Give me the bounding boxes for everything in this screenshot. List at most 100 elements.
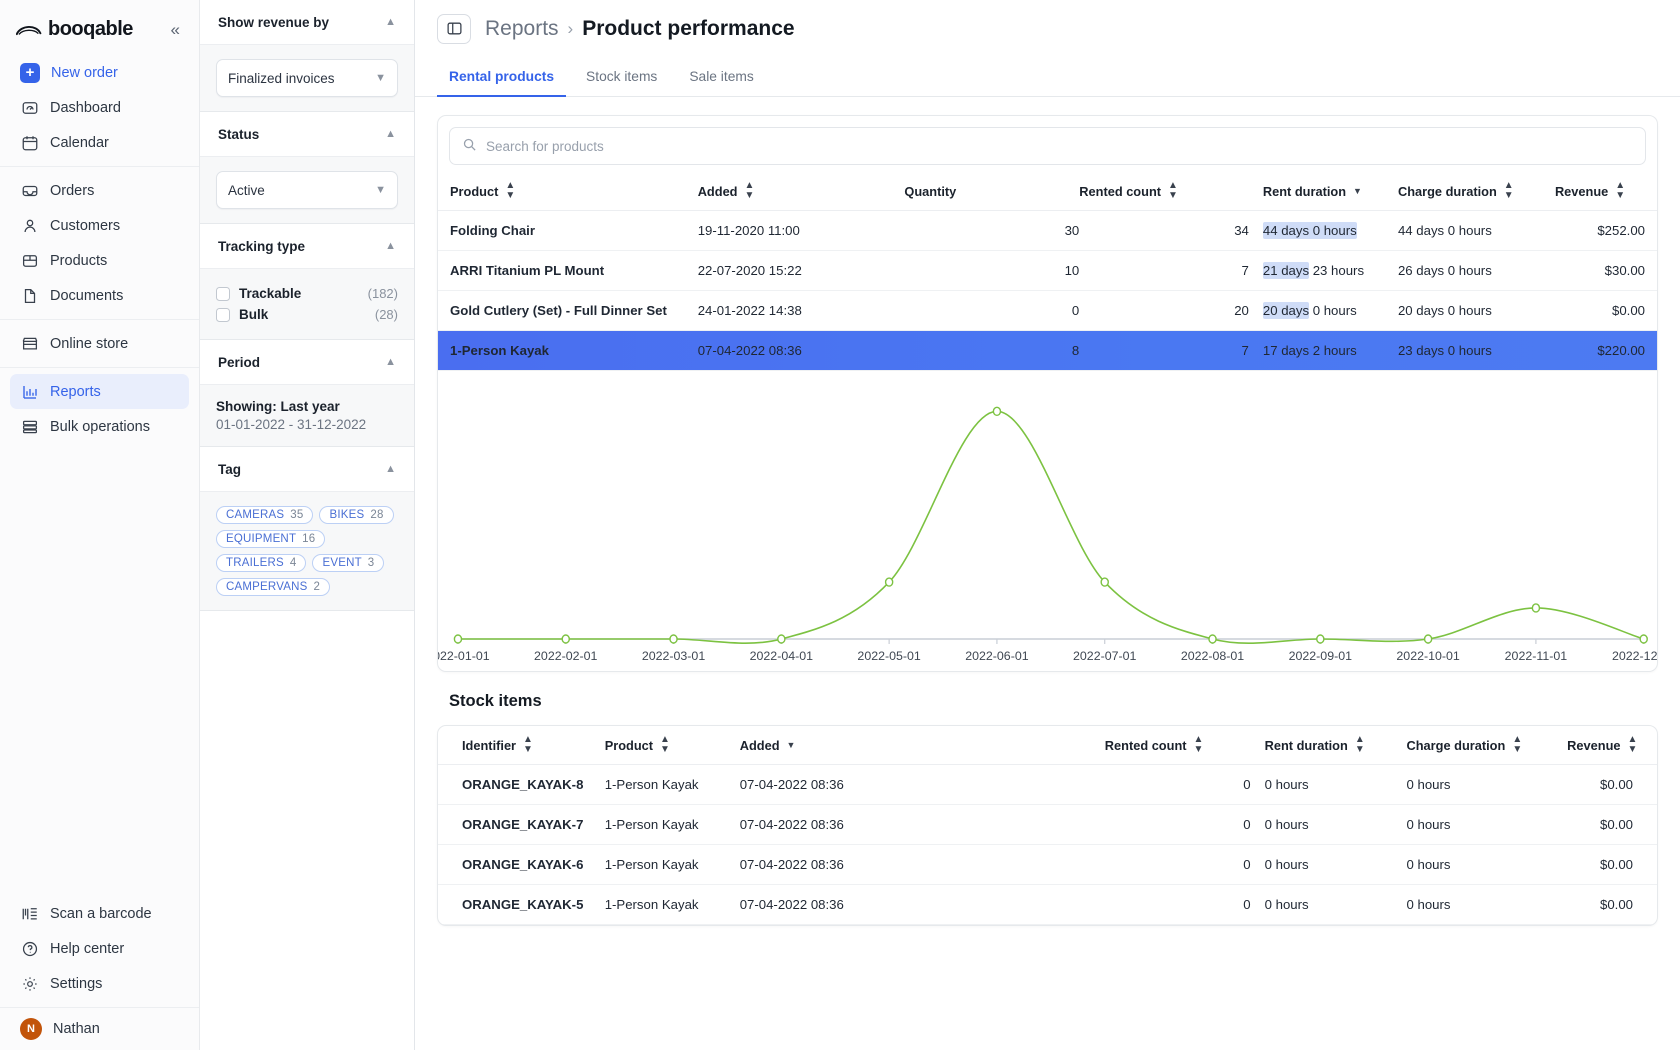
column-header-rent-duration[interactable]: Rent duration ▼ [1248,172,1392,211]
filter-section-tracking-body: Trackable (182) Bulk (28) [200,269,414,340]
chart-x-tick-label: 2022-10-01 [1396,649,1460,663]
filter-section-tracking-header[interactable]: Tracking type ▲ [200,224,414,269]
column-header-rented-count[interactable]: Rented count ▲ ▼ [1104,726,1251,765]
products-table-head: Product ▲ ▼ Added ▲ ▼ Quantity Rented co… [438,172,1657,211]
column-header-charge-duration[interactable]: Charge duration ▲ ▼ [1396,726,1564,765]
tag-chip[interactable]: EVENT 3 [312,554,385,572]
column-header-identifier[interactable]: Identifier ▲ ▼ [438,726,605,765]
column-header-added[interactable]: Added ▲ ▼ [697,172,905,211]
sidebar-item-online-store[interactable]: Online store [10,326,189,361]
chevron-up-icon[interactable]: ▲ [385,356,396,368]
column-header-revenue[interactable]: Revenue ▲ ▼ [1550,172,1657,211]
table-row[interactable]: ORANGE_KAYAK-8 1-Person Kayak 07-04-2022… [438,764,1657,805]
chevron-up-icon[interactable]: ▲ [385,128,396,140]
column-header-added[interactable]: Added ▼ [729,726,1105,765]
sidebar-item-customers[interactable]: Customers [10,208,189,243]
sidebar-item-settings[interactable]: Settings [10,966,189,1001]
cell-rented-count: 34 [1079,210,1249,251]
chart-data-point [993,407,1000,415]
chevron-up-icon[interactable]: ▲ [385,463,396,475]
tag-chip[interactable]: BIKES 28 [319,506,394,524]
cell-revenue: $0.00 [1563,804,1657,845]
column-label: Charge duration [1397,183,1497,199]
tag-count: 16 [302,533,316,545]
document-icon [20,286,39,305]
sidebar-item-scan-barcode[interactable]: Scan a barcode [10,896,189,931]
checkbox-icon[interactable] [216,307,230,322]
tab-rental-products[interactable]: Rental products [437,57,567,97]
sidebar-user-profile[interactable]: N Nathan [0,1007,199,1050]
tag-chip[interactable]: TRAILERS 4 [216,554,307,572]
table-row[interactable]: ARRI Titanium PL Mount 22-07-2020 15:22 … [438,250,1657,291]
sidebar-item-reports[interactable]: Reports [10,374,189,409]
tab-sale-items[interactable]: Sale items [677,57,765,97]
sidebar-item-label: Documents [50,287,124,304]
column-header-revenue[interactable]: Revenue ▲ ▼ [1563,726,1657,765]
column-header-rent-duration[interactable]: Rent duration ▲ ▼ [1250,726,1397,765]
tracking-option-trackable[interactable]: Trackable (182) [216,283,398,304]
sidebar-item-label: Bulk operations [50,418,150,435]
table-row[interactable]: ORANGE_KAYAK-6 1-Person Kayak 07-04-2022… [438,844,1657,885]
chart-x-tick-label: 2022-01-01 [438,649,490,663]
filter-section-tag-body: CAMERAS 35 BIKES 28 EQUIPMENT 16 TRAILER… [200,492,414,611]
column-header-quantity[interactable]: Quantity [904,172,1080,211]
page-title: Product performance [582,16,795,40]
table-row[interactable]: Gold Cutlery (Set) - Full Dinner Set 24-… [438,290,1657,331]
column-header-charge-duration[interactable]: Charge duration ▲ ▼ [1391,172,1551,211]
sidebar-item-help-center[interactable]: Help center [10,931,189,966]
filter-section-revenue-header[interactable]: Show revenue by ▲ [200,0,414,45]
filter-section-period-body[interactable]: Showing: Last year 01-01-2022 - 31-12-20… [200,385,414,447]
sort-both-icon: ▲ ▼ [744,180,755,201]
sidebar-item-new-order[interactable]: + New order [10,55,189,90]
search-input[interactable] [486,138,1633,154]
cell-revenue: $252.00 [1550,210,1657,251]
filter-section-tag-header[interactable]: Tag ▲ [200,447,414,492]
table-row[interactable]: Folding Chair 19-11-2020 11:00 30 34 44 … [438,210,1657,251]
calendar-icon [20,133,39,152]
sort-both-icon: ▲ ▼ [1512,734,1523,755]
sidebar-item-calendar[interactable]: Calendar [10,125,189,160]
column-header-rented-count[interactable]: Rented count ▲ ▼ [1079,172,1249,211]
filter-section-period-header[interactable]: Period ▲ [200,340,414,385]
tab-stock-items[interactable]: Stock items [574,57,669,97]
tracking-option-bulk[interactable]: Bulk (28) [216,304,398,325]
layers-icon [20,417,39,436]
sidebar-item-products[interactable]: Products [10,243,189,278]
filter-section-status-header[interactable]: Status ▲ [200,112,414,157]
chevron-up-icon[interactable]: ▲ [385,240,396,252]
checkbox-icon[interactable] [216,286,230,301]
selected-text: 21 days [1262,262,1310,279]
sidebar-panel-icon[interactable] [437,13,471,44]
tracking-option-label: Trackable [239,286,302,301]
tag-count: 2 [313,581,321,593]
sidebar-item-dashboard[interactable]: Dashboard [10,90,189,125]
sort-both-icon: ▲ ▼ [1627,734,1638,755]
tag-label: CAMPERVANS [226,581,308,593]
chart-data-point [778,635,785,643]
search-box[interactable] [449,127,1646,165]
sidebar-item-orders[interactable]: Orders [10,173,189,208]
inbox-icon [20,181,39,200]
sidebar-item-documents[interactable]: Documents [10,278,189,313]
sidebar-item-label: New order [51,64,118,81]
column-header-product[interactable]: Product ▲ ▼ [604,726,730,765]
sidebar-bottom-group: Scan a barcode Help center Settings [0,892,199,1007]
revenue-select[interactable]: Finalized invoices ▼ [216,59,398,97]
brand-logo[interactable]: booqable [16,18,133,41]
sidebar-item-label: Settings [50,975,103,992]
tag-chip[interactable]: EQUIPMENT 16 [216,530,326,548]
column-header-product[interactable]: Product ▲ ▼ [438,172,698,211]
status-select[interactable]: Active ▼ [216,171,398,209]
tag-chip[interactable]: CAMPERVANS 2 [216,578,331,596]
chevron-up-icon[interactable]: ▲ [385,16,396,28]
table-row[interactable]: ORANGE_KAYAK-5 1-Person Kayak 07-04-2022… [438,884,1657,925]
cell-revenue: $220.00 [1550,330,1657,371]
table-row[interactable]: ORANGE_KAYAK-7 1-Person Kayak 07-04-2022… [438,804,1657,845]
cell-rent-duration: 17 days 2 hours [1248,330,1392,371]
sidebar-item-bulk-operations[interactable]: Bulk operations [10,409,189,444]
tag-chip[interactable]: CAMERAS 35 [216,506,314,524]
chevron-double-left-icon[interactable]: « [168,19,183,40]
breadcrumb-parent[interactable]: Reports [485,17,559,41]
table-row-selected[interactable]: 1-Person Kayak 07-04-2022 08:36 8 7 17 d… [438,330,1657,371]
tag-label: TRAILERS [226,557,284,569]
